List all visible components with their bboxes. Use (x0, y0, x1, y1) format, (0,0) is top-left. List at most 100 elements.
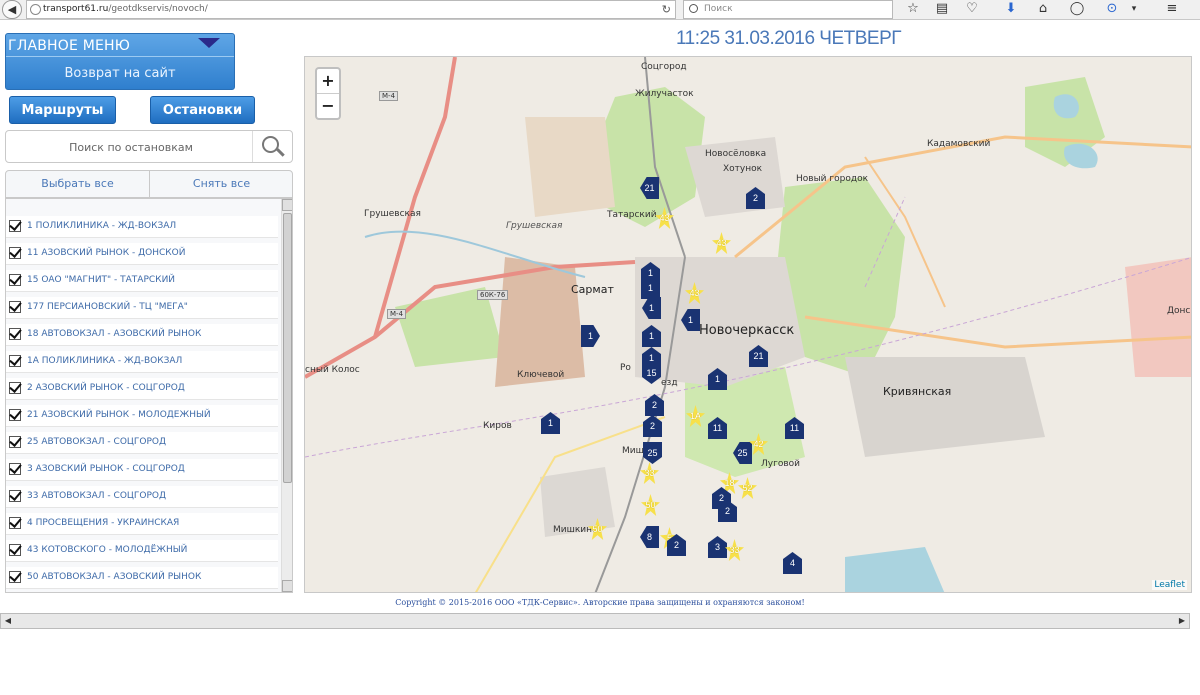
route-list-item[interactable]: 1А ПОЛИКЛИНИКА - ЖД-ВОКЗАЛ (6, 351, 278, 373)
vehicle-route-number: 2 (651, 400, 657, 410)
vehicle-route-number: 1 (547, 418, 553, 428)
route-checkbox[interactable] (9, 490, 21, 502)
select-all-button[interactable]: Выбрать все (6, 171, 149, 197)
route-list-item[interactable]: 43 КОТОВСКОГО - МОЛОДЁЖНЫЙ (6, 540, 278, 562)
scroll-down-arrow[interactable] (282, 580, 292, 592)
zoom-in-button[interactable]: + (317, 69, 339, 93)
place-label: сный Колос (305, 365, 360, 375)
scroll-up-arrow[interactable] (282, 199, 292, 211)
bookmark-star-icon[interactable]: ☆ (903, 1, 923, 18)
vehicle-route-number: 1 (648, 331, 654, 341)
scroll-right-arrow[interactable]: ▶ (1176, 615, 1188, 627)
route-label[interactable]: 50 АВТОВОКЗАЛ - АЗОВСКИЙ РЫНОК (27, 572, 201, 582)
route-checkbox[interactable] (9, 382, 21, 394)
road-shield-m4: М-4 (379, 91, 399, 101)
main-menu-panel[interactable]: ГЛАВНОЕ МЕНЮ Возврат на сайт (5, 33, 235, 90)
route-checkbox[interactable] (9, 220, 21, 232)
vehicle-route-number: 15 (646, 368, 657, 378)
address-bar[interactable]: transport61.ru/geotdkservis/novoch/ ↻ (26, 0, 676, 19)
place-label: Ключевой (517, 370, 565, 380)
route-list-item[interactable]: 2 АЗОВСКИЙ РЫНОК - СОЦГОРОД (6, 378, 278, 400)
route-label[interactable]: 15 ОАО "МАГНИТ" - ТАТАРСКИЙ (27, 275, 175, 285)
hamburger-menu-icon[interactable]: ≡ (1162, 1, 1182, 18)
place-label: Сармат (571, 283, 614, 296)
menu-divider (6, 56, 234, 57)
vehicle-route-number: 1 (647, 283, 653, 293)
vehicle-route-number: 2 (649, 421, 655, 431)
stop-search-input[interactable]: Поиск по остановкам (6, 131, 256, 164)
home-icon[interactable]: ⌂ (1033, 1, 1053, 18)
download-icon[interactable]: ⬇ (1001, 1, 1021, 18)
main-menu-title[interactable]: ГЛАВНОЕ МЕНЮ (8, 38, 130, 54)
route-label[interactable]: 1А ПОЛИКЛИНИКА - ЖД-ВОКЗАЛ (27, 356, 182, 366)
city-label-novocherkassk: Новочеркасск (699, 323, 795, 338)
route-label[interactable]: 21 АЗОВСКИЙ РЫНОК - МОЛОДЕЖНЫЙ (27, 410, 211, 420)
route-list-item[interactable]: 11 АЗОВСКИЙ РЫНОК - ДОНСКОЙ (6, 243, 278, 265)
route-checkbox[interactable] (9, 409, 21, 421)
vehicle-route-number: 2 (752, 193, 758, 203)
place-label: Донско (1167, 306, 1191, 316)
place-label: Кадамовский (927, 139, 991, 149)
route-label[interactable]: 43 КОТОВСКОГО - МОЛОДЁЖНЫЙ (27, 545, 187, 555)
back-arrow-icon[interactable]: ◀ (2, 0, 22, 19)
datetime-display: 11:25 31.03.2016 ЧЕТВЕРГ (676, 28, 902, 49)
reload-icon[interactable]: ↻ (662, 1, 671, 18)
chevron-down-icon[interactable] (198, 38, 220, 48)
route-checkbox[interactable] (9, 436, 21, 448)
stops-tab-button[interactable]: Остановки (150, 96, 255, 124)
route-checkbox[interactable] (9, 571, 21, 583)
vehicle-route-number: 1 (714, 374, 720, 384)
route-list-item[interactable]: 25 АВТОВОКЗАЛ - СОЦГОРОД (6, 432, 278, 454)
place-label: Киров (483, 421, 512, 431)
route-checkbox[interactable] (9, 355, 21, 367)
leaflet-attribution-link[interactable]: Leaflet (1152, 580, 1187, 590)
water-area (845, 547, 945, 592)
route-checkbox[interactable] (9, 301, 21, 313)
place-label: Татарский (607, 210, 657, 220)
reading-list-icon[interactable]: ▤ (932, 1, 952, 18)
stop-search-button[interactable] (252, 131, 292, 162)
search-icon-handle (276, 148, 285, 157)
route-label[interactable]: 1 ПОЛИКЛИНИКА - ЖД-ВОКЗАЛ (27, 221, 176, 231)
route-list-item[interactable]: 21 АЗОВСКИЙ РЫНОК - МОЛОДЕЖНЫЙ (6, 405, 278, 427)
horizontal-scrollbar[interactable]: ◀ ▶ (0, 613, 1190, 629)
route-checkbox[interactable] (9, 517, 21, 529)
scrollbar-thumb[interactable] (283, 213, 292, 483)
extension-icon[interactable]: ⊙ (1102, 1, 1122, 18)
zoom-out-button[interactable]: − (317, 94, 339, 118)
route-list-scrollbar[interactable] (281, 199, 292, 592)
route-label[interactable]: 18 АВТОВОКЗАЛ - АЗОВСКИЙ РЫНОК (27, 329, 201, 339)
routes-tab-button[interactable]: Маршруты (9, 96, 116, 124)
map-view[interactable]: + − Соцгород Жилучасток Новосёловка Хоту… (304, 56, 1192, 593)
return-to-site-link[interactable]: Возврат на сайт (6, 66, 234, 81)
route-checkbox[interactable] (9, 328, 21, 340)
route-list-item[interactable]: 4 ПРОСВЕЩЕНИЯ - УКРАИНСКАЯ (6, 513, 278, 535)
route-checkbox[interactable] (9, 463, 21, 475)
route-list-item[interactable]: 1 ПОЛИКЛИНИКА - ЖД-ВОКЗАЛ (6, 216, 278, 238)
route-list-item[interactable]: 18 АВТОВОКЗАЛ - АЗОВСКИЙ РЫНОК (6, 324, 278, 346)
zoom-control: + − (315, 67, 341, 120)
route-list-item[interactable]: 50 АВТОВОКЗАЛ - АЗОВСКИЙ РЫНОК (6, 567, 278, 589)
route-checkbox[interactable] (9, 247, 21, 259)
route-list-item[interactable]: 177 ПЕРСИАНОВСКИЙ - ТЦ "МЕГА" (6, 297, 278, 319)
route-list-item[interactable]: 3 АЗОВСКИЙ РЫНОК - СОЦГОРОД (6, 459, 278, 481)
route-label[interactable]: 11 АЗОВСКИЙ РЫНОК - ДОНСКОЙ (27, 248, 185, 258)
route-list-item[interactable]: 33 АВТОВОКЗАЛ - СОЦГОРОД (6, 486, 278, 508)
route-label[interactable]: 25 АВТОВОКЗАЛ - СОЦГОРОД (27, 437, 166, 447)
farmland-area (525, 117, 615, 217)
route-label[interactable]: 3 АЗОВСКИЙ РЫНОК - СОЦГОРОД (27, 464, 185, 474)
route-list-item[interactable]: 15 ОАО "МАГНИТ" - ТАТАРСКИЙ (6, 270, 278, 292)
route-label[interactable]: 177 ПЕРСИАНОВСКИЙ - ТЦ "МЕГА" (27, 302, 188, 312)
pocket-icon[interactable]: ♡ (962, 1, 982, 18)
chevron-down-icon[interactable]: ▾ (1124, 1, 1144, 18)
chat-icon[interactable]: ◯ (1067, 1, 1087, 18)
route-label[interactable]: 2 АЗОВСКИЙ РЫНОК - СОЦГОРОД (27, 383, 185, 393)
deselect-all-button[interactable]: Снять все (150, 171, 293, 197)
route-checkbox[interactable] (9, 274, 21, 286)
vehicle-route-number: 8 (646, 532, 652, 542)
route-label[interactable]: 4 ПРОСВЕЩЕНИЯ - УКРАИНСКАЯ (27, 518, 179, 528)
route-label[interactable]: 33 АВТОВОКЗАЛ - СОЦГОРОД (27, 491, 166, 501)
route-checkbox[interactable] (9, 544, 21, 556)
browser-search-field[interactable]: Поиск (683, 0, 893, 19)
scroll-left-arrow[interactable]: ◀ (2, 615, 14, 627)
